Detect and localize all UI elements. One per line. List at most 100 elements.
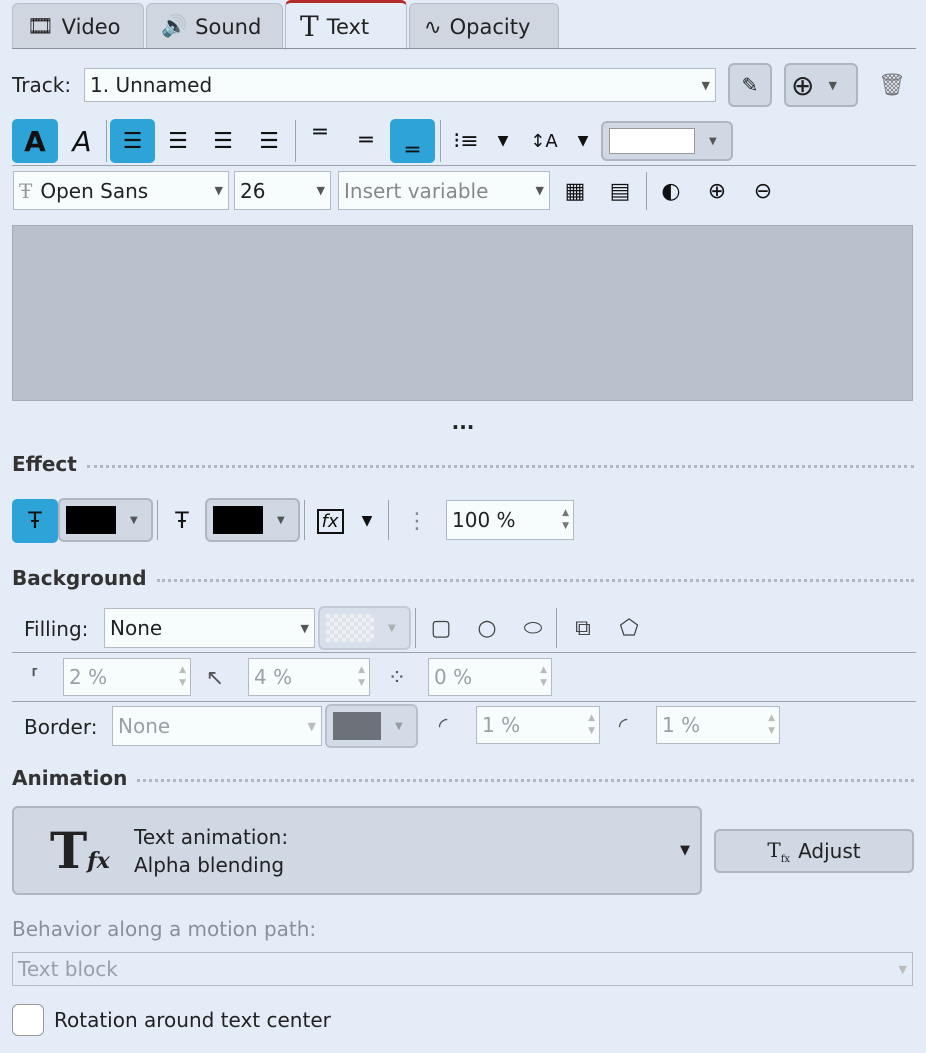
spinner-arrows-icon: ▲ ▼	[588, 713, 595, 736]
align-center-icon[interactable]: ☰	[158, 119, 198, 163]
border-width-icon: ◜	[438, 713, 448, 739]
film-icon: 🎞	[27, 14, 54, 38]
corner-radius-input: 4 % ▲ ▼	[248, 658, 370, 696]
zoom-in-icon[interactable]: ⊕	[698, 172, 736, 210]
layout-columns-icon[interactable]: ▦	[556, 172, 594, 210]
chevron-down-icon: ▼	[898, 962, 907, 976]
trash-icon[interactable]: 🗑	[872, 65, 912, 105]
resize-handle[interactable]: ...	[440, 410, 486, 434]
tab-video[interactable]: 🎞 Video	[12, 3, 144, 49]
shape-rectangle-icon[interactable]: ▢	[424, 608, 458, 648]
chevron-down-icon: ▼	[214, 184, 223, 197]
rotation-label[interactable]: Rotation around text center	[54, 1008, 331, 1032]
section-title: Effect	[12, 452, 77, 476]
effect-fx-icon[interactable]: fx	[310, 499, 350, 543]
font-icon: Ŧ	[19, 178, 33, 203]
italic-icon[interactable]: A	[62, 119, 102, 163]
spinner-arrows-icon: ▲ ▼	[179, 665, 186, 688]
chevron-down-icon: ▼	[388, 622, 396, 634]
shape-ellipse-icon[interactable]: ⬭	[516, 608, 550, 648]
border-value: None	[118, 714, 171, 738]
list-icon[interactable]: ⁝≡	[446, 119, 486, 163]
tab-sound[interactable]: 🔊 Sound	[146, 3, 283, 49]
filling-value: None	[110, 616, 163, 640]
font-size-value: 26	[240, 178, 266, 203]
contrast-icon[interactable]: ◐	[652, 172, 690, 210]
outline-color-button[interactable]: ▼	[205, 498, 300, 542]
insert-variable-select[interactable]: Insert variable ▼	[338, 171, 550, 210]
chevron-down-icon: ▼	[535, 184, 544, 197]
text-outline-icon[interactable]: Ŧ	[162, 499, 202, 543]
tab-opacity[interactable]: ∿ Opacity	[409, 3, 559, 49]
valign-middle-icon[interactable]: ═	[346, 125, 386, 155]
font-family-value: Open Sans	[40, 178, 149, 203]
tab-label: Sound	[195, 14, 262, 39]
border-color-button: ▼	[325, 704, 418, 748]
corner-radius-value: 4 %	[254, 665, 293, 689]
rotation-checkbox[interactable]	[12, 1004, 44, 1036]
chevron-down-icon: ▼	[300, 621, 309, 635]
opacity-icon: ⋮	[406, 508, 428, 534]
spinner-arrows-icon: ▲ ▼	[768, 713, 775, 736]
bold-icon[interactable]: A	[12, 119, 58, 163]
border-select: None ▼	[112, 706, 322, 746]
plus-circle-icon: ⊕	[791, 68, 815, 102]
filling-select[interactable]: None ▼	[104, 608, 315, 648]
shape-notched-icon[interactable]: ⧉	[566, 608, 600, 648]
shape-cut-corner-icon[interactable]: ⬠	[612, 608, 646, 648]
background-section-header: Background	[12, 566, 914, 590]
pencil-icon: ✎	[741, 73, 759, 97]
add-track-button[interactable]: ⊕ ▼	[784, 63, 858, 107]
chevron-down-icon: ▼	[828, 78, 837, 92]
chevron-down-icon: ▼	[316, 184, 325, 197]
align-right-icon[interactable]: ☰	[203, 119, 243, 163]
rename-track-button[interactable]: ✎	[728, 63, 772, 107]
text-fill-icon[interactable]: Ŧ	[12, 499, 58, 543]
chevron-down-icon: ▼	[709, 135, 717, 147]
valign-bottom-icon[interactable]: ═	[390, 119, 435, 163]
fill-color-button[interactable]: ▼	[58, 498, 153, 542]
shadow-value: 0 %	[434, 665, 473, 689]
border-radius-input: 1 % ▲ ▼	[656, 706, 780, 744]
align-left-icon[interactable]: ☰	[110, 119, 155, 163]
chevron-down-icon: ▼	[701, 78, 710, 92]
font-size-select[interactable]: 26 ▼	[234, 171, 331, 210]
border-radius-value: 1 %	[662, 713, 701, 737]
shadow-input: 0 % ▲ ▼	[428, 658, 552, 696]
text-animation-select[interactable]: Tfx Text animation: Alpha blending ▼	[12, 806, 702, 895]
track-select[interactable]: 1. Unnamed ▼	[84, 68, 716, 102]
valign-top-icon[interactable]: ═	[300, 117, 340, 147]
filling-color-button: ▼	[318, 606, 411, 650]
adjust-label: Adjust	[798, 839, 861, 863]
text-fx-icon: Tfx	[50, 821, 110, 880]
color-swatch	[213, 506, 263, 534]
text-color-button[interactable]: ▼	[601, 121, 733, 161]
line-spacing-icon[interactable]: ↕A	[524, 119, 564, 163]
align-justify-icon[interactable]: ☰	[249, 119, 289, 163]
section-title: Background	[12, 566, 147, 590]
color-swatch	[609, 128, 695, 154]
border-width-value: 1 %	[482, 713, 521, 737]
font-family-select[interactable]: Ŧ Open Sans ▼	[13, 171, 229, 210]
tab-label: Text	[326, 14, 370, 39]
opacity-wave-icon: ∿	[424, 14, 442, 39]
zoom-out-icon[interactable]: ⊖	[744, 172, 782, 210]
text-editor-area[interactable]	[12, 225, 913, 401]
section-title: Animation	[12, 766, 128, 790]
chevron-down-icon[interactable]: ▼	[568, 119, 598, 163]
tab-label: Opacity	[449, 14, 531, 39]
motion-path-value: Text block	[18, 957, 118, 981]
layout-rows-icon[interactable]: ▤	[600, 172, 640, 210]
tab-text[interactable]: T Text	[285, 0, 407, 50]
chevron-down-icon: ▼	[130, 514, 138, 526]
chevron-down-icon: ▼	[395, 720, 403, 732]
spinner-arrows-icon[interactable]: ▲ ▼	[562, 507, 569, 533]
animation-label: Text animation:	[134, 824, 289, 849]
opacity-input[interactable]: 100 % ▲ ▼	[446, 500, 574, 540]
shape-circle-icon[interactable]: ○	[470, 608, 504, 648]
track-value: 1. Unnamed	[90, 73, 213, 97]
adjust-button[interactable]: Tfx Adjust	[714, 829, 914, 873]
chevron-down-icon[interactable]: ▼	[488, 119, 518, 163]
tab-label: Video	[61, 14, 121, 39]
chevron-down-icon[interactable]: ▼	[352, 499, 382, 543]
